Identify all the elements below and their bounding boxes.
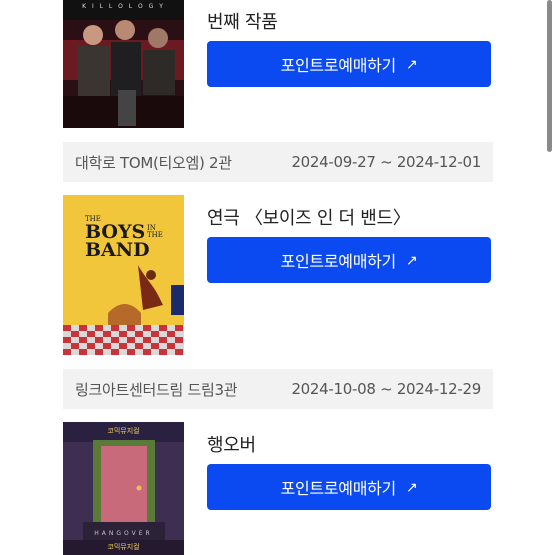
poster-bottom-text: 코믹뮤지컬 [107, 543, 140, 551]
date-range: 2024-09-27 ~ 2024-12-01 [291, 153, 481, 171]
button-label: 포인트로예매하기 [280, 58, 397, 75]
scrollbar-thumb[interactable] [547, 0, 552, 152]
poster-caption: HANGOVER [94, 530, 153, 537]
item-title: 번째 작품 [207, 12, 278, 33]
poster-killology-text: K I L L O L O G Y [82, 3, 165, 10]
external-arrow-icon: ↗ [405, 251, 418, 268]
poster-killology[interactable]: K I L L O L O G Y [63, 0, 184, 128]
button-label: 포인트로예매하기 [280, 481, 397, 498]
venue-bar: 링크아트센터드림 드림3관 2024-10-08 ~ 2024-12-29 [63, 369, 493, 409]
venue-name: 대학로 TOM(티오엠) 2관 [75, 153, 232, 172]
venue-name: 링크아트센터드림 드림3관 [75, 380, 238, 399]
external-arrow-icon: ↗ [405, 478, 418, 495]
poster-killology-image [63, 0, 184, 128]
item-title: 연극 〈보이즈 인 더 밴드〉 [207, 208, 411, 229]
external-arrow-icon: ↗ [405, 55, 418, 72]
button-label: 포인트로예매하기 [280, 254, 397, 271]
book-with-points-button[interactable]: 포인트로예매하기 ↗ [207, 237, 491, 283]
poster-boys-in-the-band[interactable]: THE BOYS IN THE BAND [63, 195, 184, 355]
item-title: 행오버 [207, 435, 256, 456]
poster-title-line2: BAND [85, 239, 150, 261]
date-range: 2024-10-08 ~ 2024-12-29 [291, 380, 481, 398]
book-with-points-button[interactable]: 포인트로예매하기 ↗ [207, 41, 491, 87]
book-with-points-button[interactable]: 포인트로예매하기 ↗ [207, 464, 491, 510]
venue-bar: 대학로 TOM(티오엠) 2관 2024-09-27 ~ 2024-12-01 [63, 142, 493, 182]
poster-small-in: IN THE [147, 224, 163, 239]
poster-top-text: 코믹뮤지컬 [107, 427, 140, 435]
poster-hangover[interactable]: 코믹뮤지컬 HANGOVER 코믹뮤지컬 [63, 422, 184, 555]
